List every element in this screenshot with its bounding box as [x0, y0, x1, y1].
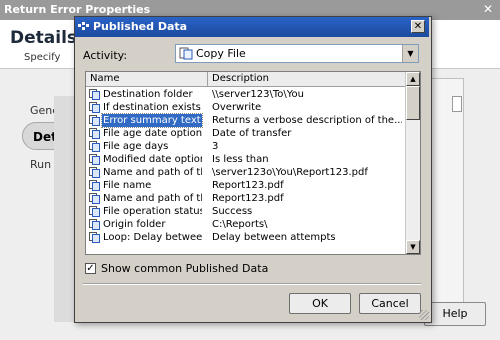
row-description: Delay between attempts [212, 232, 336, 243]
row-name: File age date option [103, 128, 202, 139]
list-row[interactable]: Origin folder C:\Reports\ [86, 218, 406, 231]
row-description: Report123.pdf [212, 193, 284, 204]
background-subheading: Specify [24, 52, 61, 63]
row-name: File name [103, 180, 152, 191]
cancel-button[interactable]: Cancel [359, 293, 421, 314]
published-data-icon [89, 219, 100, 230]
published-data-dialog: Published Data ✕ Activity: Copy File ▼ N… [74, 16, 432, 323]
help-button[interactable]: Help [424, 302, 486, 326]
published-data-icon [89, 89, 100, 100]
copy-file-icon [179, 47, 193, 60]
published-data-icon [89, 180, 100, 191]
row-description: Returns a verbose description of the... [212, 115, 402, 126]
list-row[interactable]: Error summary text Returns a verbose desc… [86, 113, 406, 128]
list-row[interactable]: If destination exists Overwrite [86, 101, 406, 114]
row-description: Report123.pdf [212, 180, 284, 191]
chevron-down-icon[interactable]: ▼ [402, 45, 418, 62]
row-name: File operation status [103, 206, 202, 217]
row-name: Origin folder [103, 219, 166, 230]
row-name: Name and path of the d... [103, 167, 202, 178]
row-description: Date of transfer [212, 128, 292, 139]
list-row[interactable]: Loop: Delay between a... Delay between at… [86, 231, 406, 244]
row-name: Loop: Delay between a... [103, 232, 202, 243]
show-common-checkbox[interactable]: ✓ [85, 263, 96, 274]
vertical-scrollbar[interactable]: ▲ ▼ [405, 72, 420, 254]
row-description: Overwrite [212, 102, 262, 113]
published-data-icon [89, 102, 100, 113]
list-row[interactable]: File operation status Success [86, 205, 406, 218]
row-name: Destination folder [103, 89, 193, 100]
row-description: Is less than [212, 154, 269, 165]
background-field-edge[interactable] [452, 96, 462, 112]
published-data-icon [89, 154, 100, 165]
app-icon [78, 22, 89, 30]
activity-value: Copy File [196, 47, 246, 60]
published-data-icon [89, 115, 100, 126]
list-row[interactable]: Name and path of the fi... Report123.pdf [86, 192, 406, 205]
list-row[interactable]: Destination folder \\server123\To\You [86, 88, 406, 101]
row-name: Name and path of the fi... [103, 193, 202, 204]
list-body: Destination folder \\server123\To\You If d… [86, 87, 406, 254]
list-row[interactable]: File age date option Date of transfer [86, 127, 406, 140]
activity-dropdown[interactable]: Copy File ▼ [175, 44, 419, 63]
close-icon[interactable]: ✕ [411, 20, 425, 33]
list-row[interactable]: File name Report123.pdf [86, 179, 406, 192]
activity-label: Activity: [83, 49, 128, 62]
background-close-icon[interactable]: ✕ [480, 0, 496, 16]
published-data-icon [89, 141, 100, 152]
published-data-icon [89, 193, 100, 204]
row-description: \server123o\You\Report123.pdf [212, 167, 368, 178]
row-description: \\server123\To\You [212, 89, 304, 100]
row-name: Modified date option [103, 154, 202, 165]
row-name: If destination exists [103, 102, 201, 113]
dialog-title: Published Data [93, 20, 188, 33]
column-header-description[interactable]: Description [208, 72, 406, 86]
scroll-up-icon[interactable]: ▲ [406, 72, 420, 86]
published-data-icon [89, 232, 100, 243]
list-row[interactable]: Modified date option Is less than [86, 153, 406, 166]
dialog-titlebar[interactable]: Published Data ✕ [75, 17, 429, 37]
ok-button[interactable]: OK [289, 293, 351, 314]
show-common-label: Show common Published Data [101, 262, 269, 275]
resize-grip-icon[interactable] [419, 310, 429, 320]
row-name: File age days [103, 141, 169, 152]
published-data-icon [89, 128, 100, 139]
list-row[interactable]: File age days 3 [86, 140, 406, 153]
scroll-down-icon[interactable]: ▼ [406, 240, 420, 254]
list-header: Name Description [86, 72, 406, 87]
published-data-list[interactable]: Name Description Destination folder \\ser… [85, 71, 421, 255]
list-row[interactable]: Name and path of the d... \server123o\You… [86, 166, 406, 179]
background-title: Return Error Properties [4, 3, 151, 16]
published-data-icon [89, 206, 100, 217]
row-description: C:\Reports\ [212, 219, 268, 230]
row-description: 3 [212, 141, 219, 152]
row-name: Error summary text [101, 113, 203, 128]
published-data-icon [89, 167, 100, 178]
row-description: Success [212, 206, 253, 217]
scroll-thumb[interactable] [406, 86, 420, 120]
button-divider [83, 283, 421, 285]
column-header-name[interactable]: Name [86, 72, 208, 86]
